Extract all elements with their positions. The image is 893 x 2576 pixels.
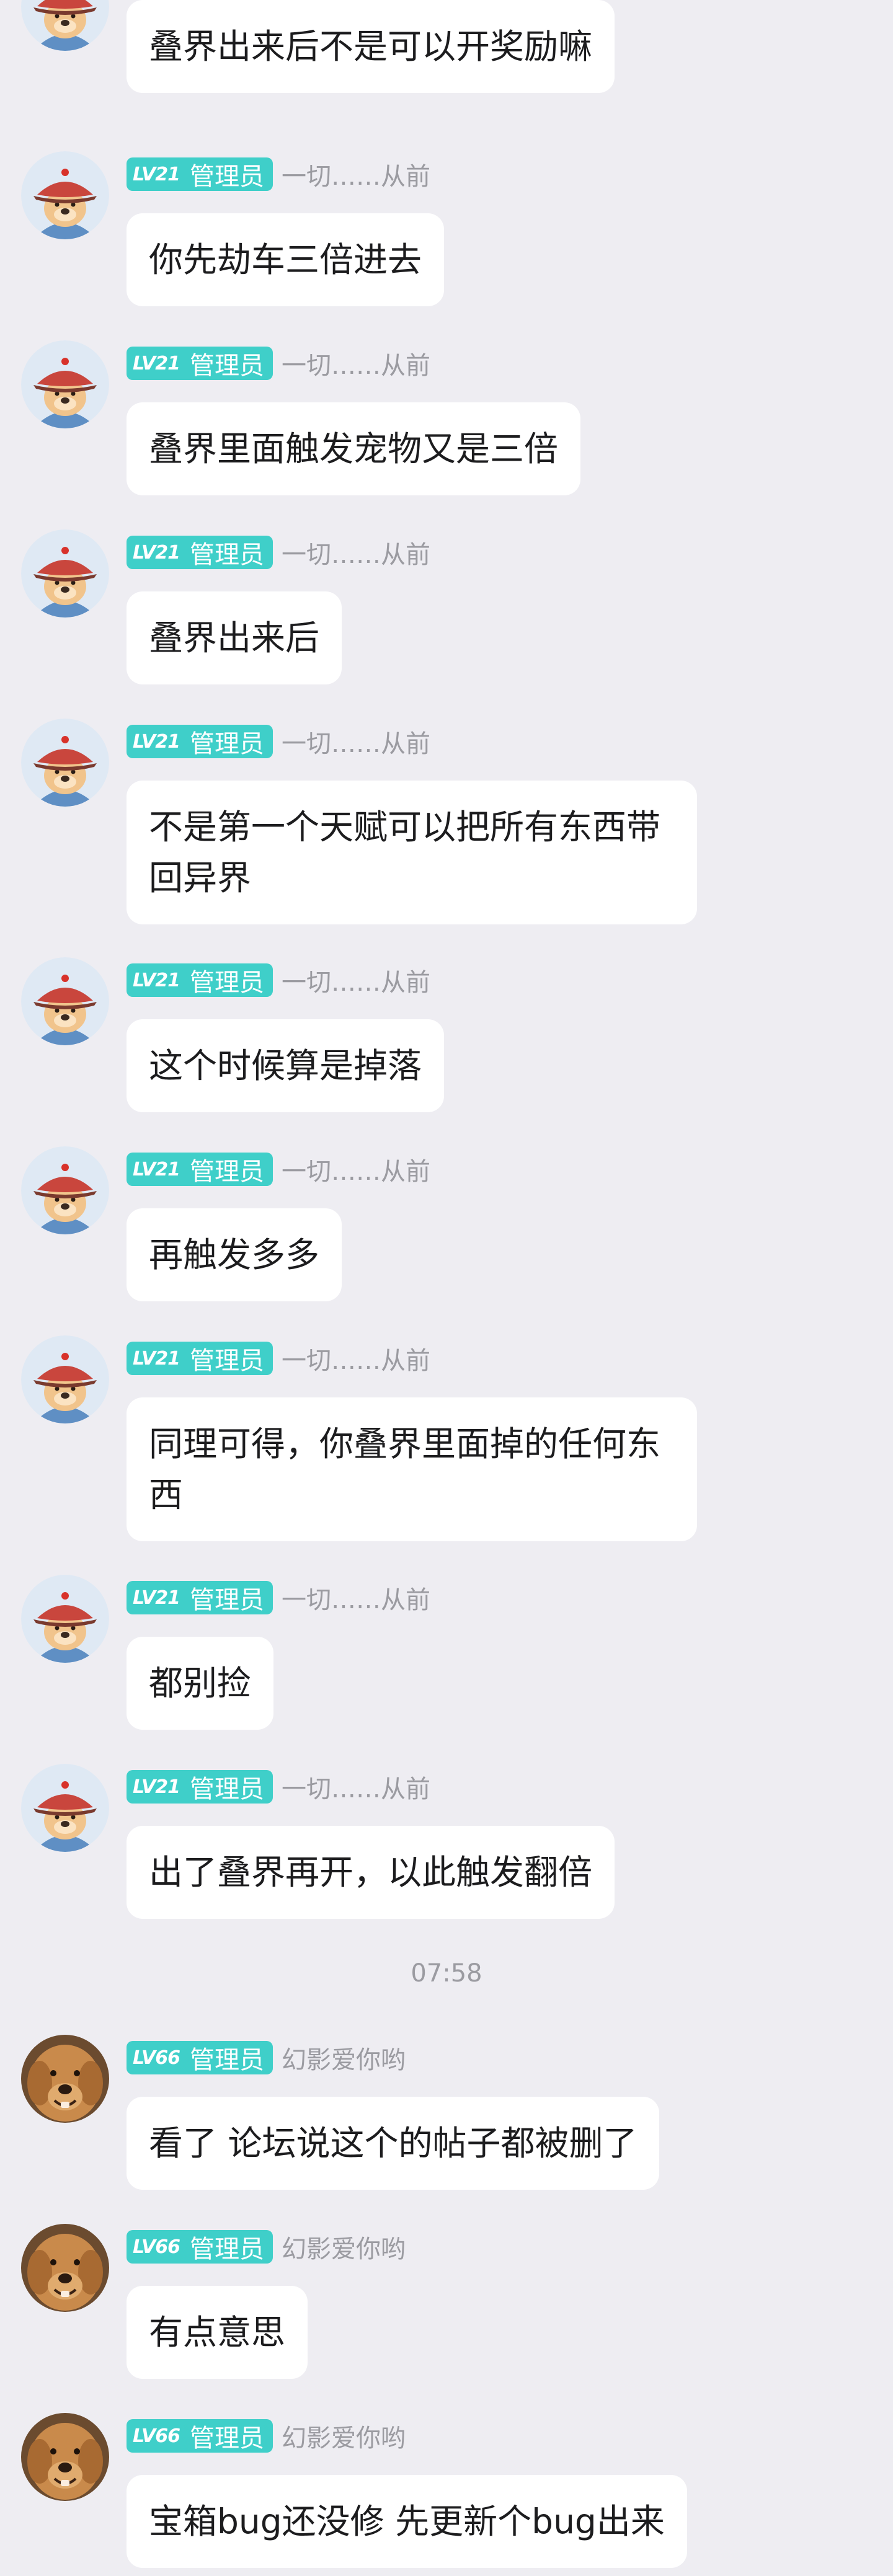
role-label: 管理员: [189, 1157, 264, 1186]
role-label: 管理员: [189, 1347, 264, 1375]
qing-hat-dog-avatar[interactable]: [21, 719, 109, 807]
qing-hat-dog-avatar[interactable]: [21, 957, 109, 1045]
level-label: LV21: [133, 1776, 180, 1798]
level-label: LV66: [133, 2047, 180, 2069]
level-badge: LV21 管理员: [127, 1770, 273, 1804]
message-bubble[interactable]: 你先劫车三倍进去: [127, 213, 445, 306]
message-meta: LV21 管理员 一切……从前: [127, 1340, 430, 1376]
role-label: 管理员: [189, 1586, 264, 1614]
message-bubble[interactable]: 都别捡: [127, 1637, 274, 1730]
qing-hat-dog-avatar[interactable]: [21, 0, 109, 51]
level-label: LV21: [133, 352, 180, 374]
message-meta: LV66 管理员 幻影爱你哟: [127, 2418, 406, 2454]
role-label: 管理员: [189, 352, 264, 380]
message-bubble[interactable]: 叠界出来后: [127, 591, 342, 684]
message-meta: LV21 管理员 一切……从前: [127, 345, 430, 381]
sender-name[interactable]: 一切……从前: [282, 962, 430, 998]
message-bubble[interactable]: 不是第一个天赋可以把所有东西带回异界: [127, 781, 697, 924]
message-meta: LV21 管理员 一切……从前: [127, 962, 430, 998]
level-badge: LV21 管理员: [127, 1342, 273, 1375]
level-badge: LV21 管理员: [127, 1581, 273, 1614]
level-label: LV66: [133, 2236, 180, 2258]
role-label: 管理员: [189, 730, 264, 758]
level-label: LV21: [133, 969, 180, 991]
sender-name[interactable]: 一切……从前: [282, 156, 430, 192]
level-label: LV21: [133, 730, 180, 753]
message-meta: LV21 管理员 一切……从前: [127, 1151, 430, 1187]
qing-hat-dog-avatar[interactable]: [21, 1146, 109, 1234]
message-bubble[interactable]: 再触发多多: [127, 1208, 342, 1301]
sender-name[interactable]: 一切……从前: [282, 1769, 430, 1805]
message-meta: LV66 管理员 幻影爱你哟: [127, 2040, 406, 2076]
level-badge: LV21 管理员: [127, 536, 273, 569]
level-label: LV66: [133, 2425, 180, 2447]
level-badge: LV21 管理员: [127, 725, 273, 758]
qing-hat-dog-avatar[interactable]: [21, 340, 109, 428]
message-bubble[interactable]: 出了叠界再开，以此触发翻倍: [127, 1826, 615, 1919]
message-meta: LV21 管理员 一切……从前: [127, 1580, 430, 1616]
message-bubble[interactable]: 有点意思: [127, 2286, 308, 2379]
qing-hat-dog-avatar[interactable]: [21, 1764, 109, 1852]
level-label: LV21: [133, 541, 180, 564]
qing-hat-dog-avatar[interactable]: [21, 529, 109, 617]
golden-retriever-avatar[interactable]: [21, 2035, 109, 2123]
level-badge: LV66 管理员: [127, 2041, 273, 2074]
chat-scroll-area[interactable]: 07:58 LV21管理员一切……从前叠界出来后不是可以开奖励嘛LV21管理员一…: [0, 0, 893, 2576]
message-meta: LV66 管理员 幻影爱你哟: [127, 2229, 406, 2265]
message-meta: LV21 管理员 一切……从前: [127, 724, 430, 759]
message-bubble[interactable]: 叠界里面触发宠物又是三倍: [127, 402, 581, 495]
role-label: 管理员: [189, 968, 264, 997]
level-badge: LV66 管理员: [127, 2230, 273, 2264]
level-badge: LV21 管理员: [127, 963, 273, 997]
message-meta: LV21 管理员 一切……从前: [127, 156, 430, 192]
role-label: 管理员: [189, 2046, 264, 2074]
golden-retriever-avatar[interactable]: [21, 2413, 109, 2501]
qing-hat-dog-avatar[interactable]: [21, 1335, 109, 1423]
sender-name[interactable]: 一切……从前: [282, 345, 430, 381]
role-label: 管理员: [189, 1775, 264, 1804]
level-badge: LV21 管理员: [127, 347, 273, 380]
sender-name[interactable]: 幻影爱你哟: [282, 2229, 406, 2265]
sender-name[interactable]: 一切……从前: [282, 1151, 430, 1187]
sender-name[interactable]: 一切……从前: [282, 1340, 430, 1376]
level-badge: LV21 管理员: [127, 1153, 273, 1186]
sender-name[interactable]: 一切……从前: [282, 534, 430, 570]
level-label: LV21: [133, 1347, 180, 1370]
role-label: 管理员: [189, 2235, 264, 2264]
golden-retriever-avatar[interactable]: [21, 2224, 109, 2312]
sender-name[interactable]: 幻影爱你哟: [282, 2418, 406, 2454]
qing-hat-dog-avatar[interactable]: [21, 151, 109, 239]
message-bubble[interactable]: 这个时候算是掉落: [127, 1019, 445, 1112]
level-badge: LV21 管理员: [127, 157, 273, 191]
level-label: LV21: [133, 163, 180, 185]
level-badge: LV66 管理员: [127, 2419, 273, 2453]
timestamp-divider: 07:58: [411, 1959, 482, 1988]
message-bubble[interactable]: 宝箱bug还没修 先更新个bug出来: [127, 2475, 687, 2568]
message-meta: LV21 管理员 一切……从前: [127, 1769, 430, 1805]
message-bubble[interactable]: 同理可得，你叠界里面掉的任何东西: [127, 1397, 697, 1541]
level-label: LV21: [133, 1587, 180, 1609]
message-bubble[interactable]: 看了 论坛说这个的帖子都被删了: [127, 2097, 660, 2190]
role-label: 管理员: [189, 541, 264, 569]
level-label: LV21: [133, 1158, 180, 1180]
sender-name[interactable]: 一切……从前: [282, 724, 430, 759]
role-label: 管理员: [189, 162, 264, 191]
sender-name[interactable]: 幻影爱你哟: [282, 2040, 406, 2076]
message-bubble[interactable]: 叠界出来后不是可以开奖励嘛: [127, 0, 615, 93]
qing-hat-dog-avatar[interactable]: [21, 1575, 109, 1663]
role-label: 管理员: [189, 2424, 264, 2453]
message-meta: LV21 管理员 一切……从前: [127, 534, 430, 570]
sender-name[interactable]: 一切……从前: [282, 1580, 430, 1616]
